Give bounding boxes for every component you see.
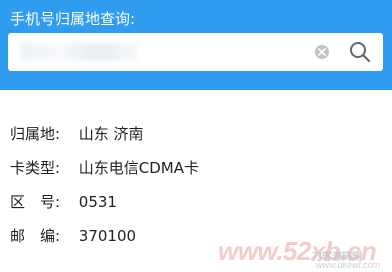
location-row: 归属地: 山东 济南 [10, 123, 144, 145]
postal-code-label: 邮 编: [10, 227, 61, 245]
page-title: 手机号归属地查询: [10, 10, 136, 28]
card-type-value: 山东电信CDMA卡 [78, 159, 200, 177]
search-box [8, 33, 383, 71]
area-code-value: 0531 [78, 193, 117, 211]
close-circle-icon[interactable] [315, 45, 329, 59]
header-bar: 手机号归属地查询: [0, 0, 392, 90]
search-icon[interactable] [348, 40, 372, 64]
area-code-label: 区 号: [10, 193, 61, 211]
card-type-label: 卡类型: [10, 159, 61, 177]
location-value: 山东 济南 [78, 125, 144, 143]
card-type-row: 卡类型: 山东电信CDMA卡 [10, 157, 199, 179]
postal-code-row: 邮 编: 370100 [10, 225, 136, 247]
area-code-row: 区 号: 0531 [10, 191, 117, 213]
location-label: 归属地: [10, 125, 61, 143]
watermark-domain: www.dkewl.com [316, 260, 381, 270]
postal-code-value: 370100 [78, 227, 137, 245]
blurred-phone-number [20, 43, 138, 61]
